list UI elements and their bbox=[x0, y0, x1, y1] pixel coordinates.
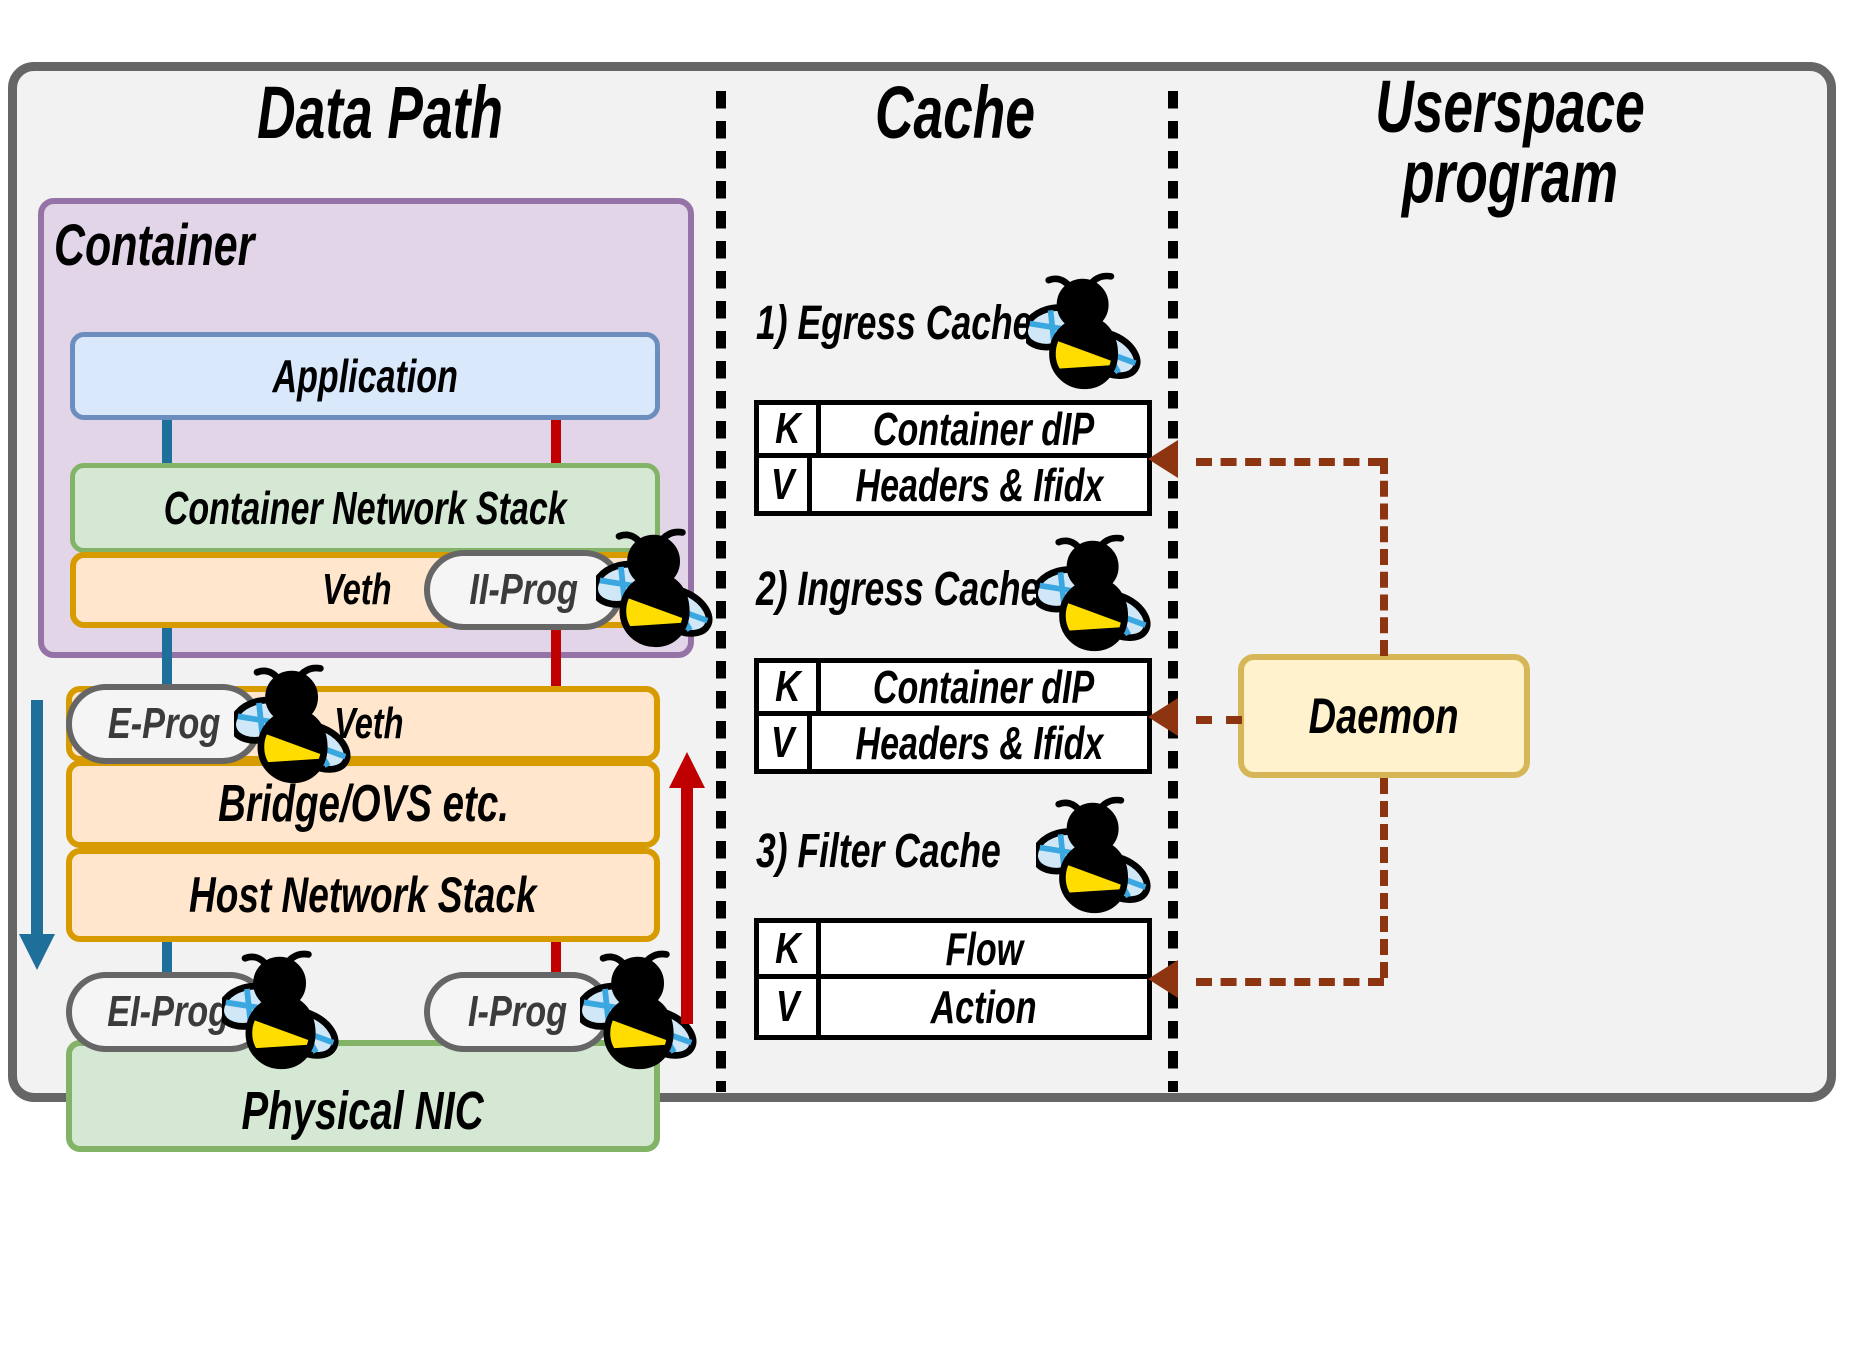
key-label: K bbox=[759, 662, 821, 711]
column-divider-right bbox=[1168, 80, 1178, 1092]
ei-prog-label: EI-Prog bbox=[106, 987, 230, 1036]
filter-cache-table: K Flow V Action bbox=[754, 918, 1152, 1040]
value-value: Headers & Ifidx bbox=[855, 458, 1104, 511]
daemon-to-egress-arrowhead bbox=[1148, 440, 1178, 478]
container-network-stack-label: Container Network Stack bbox=[163, 482, 567, 534]
ingress-cache-table: K Container dIP V Headers & Ifidx bbox=[754, 658, 1152, 774]
veth-inner-label: Veth bbox=[322, 565, 392, 614]
e-prog-label: E-Prog bbox=[107, 699, 221, 748]
host-network-stack-label: Host Network Stack bbox=[189, 867, 537, 923]
physical-nic-box: Physical NIC bbox=[66, 1040, 660, 1152]
ingress-flow-arrow-head bbox=[669, 752, 705, 788]
ingress-flow-arrow-shaft bbox=[681, 786, 693, 1024]
ii-prog-pill[interactable]: II-Prog bbox=[424, 550, 624, 630]
table-row: K Flow bbox=[759, 923, 1147, 979]
key-label: K bbox=[759, 923, 821, 974]
value-label: V bbox=[759, 716, 813, 769]
key-value: Container dIP bbox=[873, 403, 1095, 455]
daemon-to-ingress-horizontal bbox=[1196, 716, 1242, 724]
application-label: Application bbox=[272, 350, 458, 402]
bee-icon bbox=[234, 660, 354, 792]
table-row: V Action bbox=[759, 979, 1147, 1035]
daemon-to-egress-vertical bbox=[1380, 458, 1388, 656]
daemon-box[interactable]: Daemon bbox=[1238, 654, 1530, 778]
daemon-to-filter-vertical bbox=[1380, 778, 1388, 978]
bee-icon bbox=[222, 946, 342, 1078]
table-row: K Container dIP bbox=[759, 403, 1147, 458]
table-row: K Container dIP bbox=[759, 661, 1147, 716]
table-row: V Headers & Ifidx bbox=[759, 458, 1147, 511]
column-divider-left bbox=[716, 80, 726, 1092]
column-title-cache: Cache bbox=[875, 71, 1035, 154]
physical-nic-label: Physical NIC bbox=[241, 1081, 485, 1141]
daemon-to-filter-arrowhead bbox=[1148, 960, 1178, 998]
container-label: Container bbox=[54, 213, 255, 278]
column-title-userspace: Userspace program bbox=[1375, 65, 1645, 219]
value-label: V bbox=[759, 458, 813, 511]
key-value: Flow bbox=[945, 922, 1023, 975]
value-value: Headers & Ifidx bbox=[855, 716, 1104, 769]
egress-flow-arrow-shaft bbox=[31, 700, 43, 938]
application-box: Application bbox=[70, 332, 660, 420]
column-title-data-path: Data Path bbox=[257, 71, 503, 154]
container-network-stack-box: Container Network Stack bbox=[70, 463, 660, 553]
value-label: V bbox=[759, 979, 821, 1035]
ii-prog-label: II-Prog bbox=[469, 565, 579, 614]
i-prog-label: I-Prog bbox=[468, 987, 568, 1036]
bee-icon bbox=[1036, 792, 1154, 922]
bridge-ovs-box: Bridge/OVS etc. bbox=[66, 760, 660, 848]
daemon-to-ingress-arrowhead bbox=[1148, 698, 1178, 736]
key-value: Container dIP bbox=[873, 661, 1095, 713]
value-value: Action bbox=[931, 981, 1037, 1033]
egress-flow-arrow-head bbox=[19, 934, 55, 970]
table-row: V Headers & Ifidx bbox=[759, 716, 1147, 769]
daemon-to-filter-horizontal bbox=[1196, 978, 1384, 986]
bee-icon bbox=[1026, 268, 1144, 398]
e-prog-pill[interactable]: E-Prog bbox=[66, 684, 262, 764]
bee-icon bbox=[1036, 530, 1154, 660]
egress-cache-table: K Container dIP V Headers & Ifidx bbox=[754, 400, 1152, 516]
bee-icon bbox=[596, 524, 716, 656]
daemon-to-egress-horizontal bbox=[1196, 458, 1384, 466]
daemon-label: Daemon bbox=[1309, 688, 1459, 744]
key-label: K bbox=[759, 404, 821, 453]
host-network-stack-box: Host Network Stack bbox=[66, 848, 660, 942]
